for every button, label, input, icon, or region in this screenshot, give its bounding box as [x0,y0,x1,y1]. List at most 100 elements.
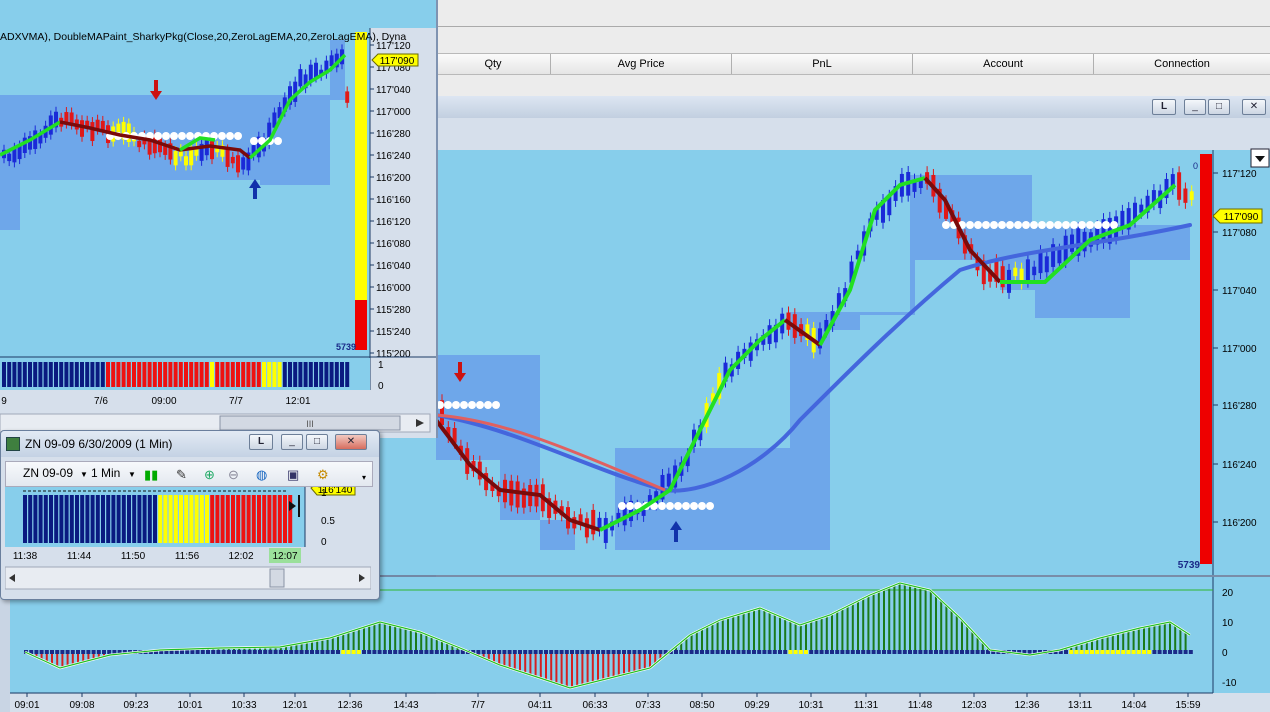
osc-zero-marker [1136,650,1141,654]
zoom-in-icon[interactable]: ⊕ [204,467,215,483]
left-sub-bar [7,362,12,387]
osc-zero-marker [1116,650,1120,654]
osc-zero-marker [918,650,923,654]
osc-zero-marker [1152,650,1157,654]
time-label: 10:33 [231,700,256,711]
mini-bar [210,495,215,543]
left-price-tick: 116'000 [376,283,411,294]
candle [1057,249,1062,264]
osc-zero-marker [720,650,725,654]
left-time-label: 7/7 [229,396,243,407]
left-sub-bar [137,362,142,387]
zoom-out-icon[interactable]: ⊖ [228,467,239,483]
mini-bar [127,495,131,543]
current-price-text: 117'090 [1224,212,1259,223]
mini-chart-window[interactable]: ZN 09-09 6/30/2009 (1 Min) L _ □ ✕ ZN 09… [0,430,380,600]
time-label: 10:31 [798,700,823,711]
osc-zero-marker [252,650,257,654]
mini-link-button[interactable]: L [249,434,273,450]
osc-zero-marker [304,650,309,654]
osc-zero-marker [481,650,486,654]
candle [1013,267,1018,277]
mini-bar [194,495,199,543]
osc-zero-marker [767,650,772,654]
left-sub-bar [225,362,230,387]
osc-zero-marker [882,650,886,654]
osc-zero-marker [757,650,762,654]
osc-zero-marker [1110,650,1115,654]
mini-bar [173,495,178,543]
osc-zero-marker [710,650,715,654]
signal-dot [966,221,974,229]
signal-dot [444,401,452,409]
mini-bar [205,495,209,543]
mini-scroll-thumb[interactable] [269,568,285,588]
osc-tick-minus10: -10 [1222,678,1237,689]
mini-bar [163,495,168,543]
left-sub-bar [215,362,220,387]
osc-zero-marker [330,650,335,654]
signal-dot [1054,221,1062,229]
osc-zero-marker [206,650,210,654]
osc-zero-marker [1147,650,1152,654]
left-sub-bar [178,362,183,387]
left-sub-bar [85,362,90,387]
properties-icon[interactable]: ▣ [287,467,299,483]
osc-zero-marker [1183,650,1188,654]
time-label: 11:31 [854,700,879,711]
left-candle [230,156,235,164]
left-sub-bar [90,362,95,387]
osc-zero-marker [1168,650,1172,654]
osc-zero-marker [788,650,793,654]
osc-zero-marker [908,650,912,654]
mini-y-tick-half: 0.5 [321,516,335,527]
osc-zero-marker [278,650,283,654]
mini-chart-canvas[interactable]: 116'140 1 0.5 0 11:38 11:44 11:50 11:56 12:0… [5,487,371,597]
mini-minimize-button[interactable]: _ [281,434,303,450]
signal-dot [658,502,666,510]
signal-dot [666,502,674,510]
instrument-selector[interactable]: ZN 09-09 [23,463,73,483]
signal-dot [1086,221,1094,229]
globe-icon[interactable]: ◍ [256,467,267,483]
price-tick: 117'120 [1222,169,1257,180]
osc-zero-marker [679,650,684,654]
time-label: 09:08 [69,700,94,711]
chart-app-icon [6,437,20,451]
left-chart-canvas[interactable]: 5739 ADXVMA), DoubleMAPaint_SharkyPkg(Cl… [0,0,436,438]
osc-zero-marker [793,650,798,654]
osc-zero-marker [289,650,294,654]
osc-zero-marker [367,650,372,654]
osc-zero-marker [772,650,777,654]
osc-zero-marker [180,650,184,654]
osc-zero-marker [949,650,954,654]
left-sub-bar [22,362,27,387]
osc-zero-marker [892,650,897,654]
left-sub-bar [43,362,48,387]
left-sub-bar [17,362,22,387]
osc-zero-marker [689,650,694,654]
time-label: 07:33 [635,700,660,711]
mini-scrollbar[interactable] [5,566,371,590]
interval-selector[interactable]: 1 Min [91,463,120,483]
signal-dot [1006,221,1014,229]
osc-zero-marker [55,650,60,654]
strategy-icon[interactable]: ⚙ [317,467,329,483]
osc-zero-marker [845,650,850,654]
mini-maximize-button[interactable]: □ [306,434,328,450]
time-label: 14:43 [393,700,418,711]
mini-close-button[interactable]: ✕ [335,434,367,450]
mini-titlebar[interactable]: ZN 09-09 6/30/2009 (1 Min) L _ □ ✕ [1,431,379,457]
osc-zero-marker [476,650,481,654]
signal-dot [982,221,990,229]
signal-dot [468,401,476,409]
osc-zero-marker [814,650,819,654]
time-label: 10:01 [177,700,202,711]
chart-style-icon[interactable]: ▮▮ [144,467,158,483]
drawing-tool-icon[interactable]: ✎ [176,467,187,483]
left-candle [225,149,230,167]
left-time-label: 12:01 [285,396,310,407]
time-label: 04:11 [528,700,553,711]
toolbar-overflow-icon[interactable]: ▾ [362,473,366,482]
osc-zero-marker [798,650,803,654]
